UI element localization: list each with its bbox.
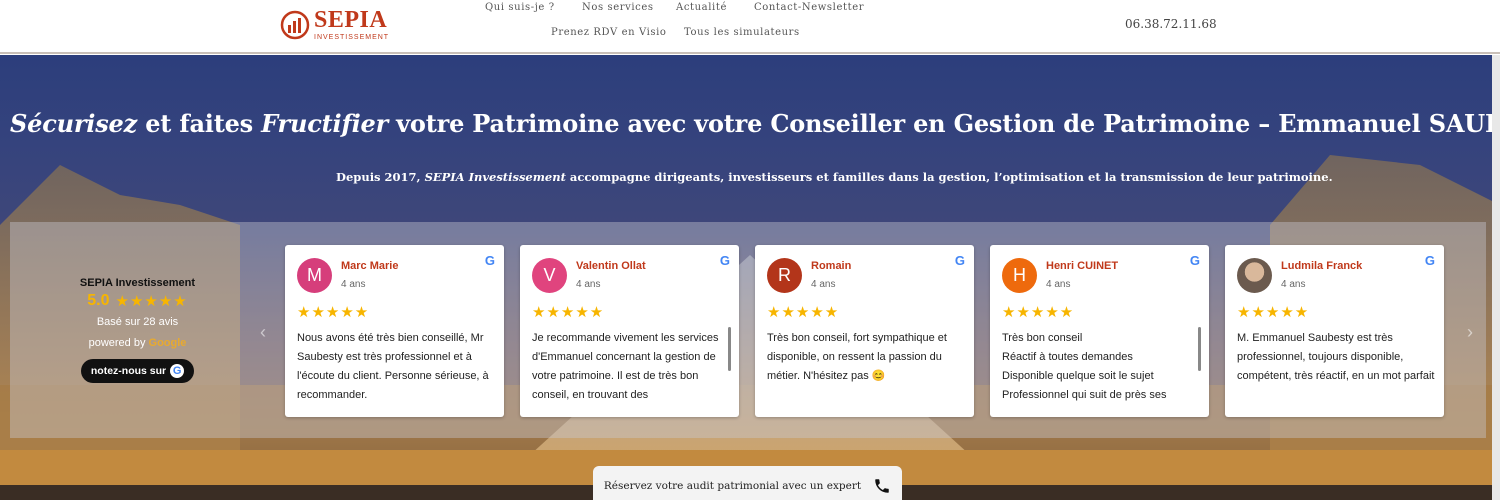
google-wordmark: Google [148,337,187,349]
review-card-valentin-ollat[interactable]: V Valentin Ollat 4 ans G ★★★★★ Je recomm… [520,245,739,417]
nav-nos-services[interactable]: Nos services [582,2,654,13]
review-stars: ★★★★★ [1237,304,1310,321]
reviewer-name[interactable]: Henri CUINET [1046,260,1118,272]
nav-simulateurs[interactable]: Tous les simulateurs [684,27,800,38]
review-text: Très bon conseil Réactif à toutes demand… [1002,332,1167,401]
google-icon: G [954,253,965,268]
hero-title-emphasis-2: Fructifier [261,109,389,138]
hero-title-text-1: et faites [137,109,262,138]
google-icon: G [1189,253,1200,268]
review-stars: ★★★★★ [297,304,370,321]
summary-review-count: Basé sur 28 avis [96,316,179,328]
phone-icon [875,479,889,493]
rate-us-label: notez-nous sur [90,365,167,377]
google-icon: G [1424,253,1435,268]
avatar-photo [1237,258,1272,293]
hero-section: Sécurisez et faites Fructifier votre Pat… [0,55,1500,500]
book-audit-label: Réservez votre audit patrimonial avec un… [603,480,862,492]
phone-number[interactable]: 06.38.72.11.68 [1125,17,1217,31]
review-age: 4 ans [576,279,601,290]
review-scrollbar[interactable] [728,327,731,371]
review-age: 4 ans [341,279,366,290]
review-card-romain[interactable]: R Romain 4 ans G ★★★★★ Très bon conseil,… [755,245,974,417]
carousel-prev-icon[interactable]: ‹ [260,322,266,343]
site-header: SEPIA INVESTISSEMENT Qui suis-je ? Nos s… [0,0,1500,54]
nav-actualite[interactable]: Actualité [676,2,727,13]
review-stars: ★★★★★ [532,304,605,321]
review-text: Je recommande vivement les services d'Em… [532,332,719,401]
reviews-widget: SEPIA Investissement 5.0 ★★★★★ Basé sur … [10,222,1486,438]
review-text: Nous avons été très bien conseillé, Mr S… [297,332,489,401]
avatar: R [767,258,802,293]
powered-by-google: powered by Google [70,337,205,349]
logo-name: SEPIA [314,7,388,33]
google-icon: G [719,253,730,268]
hero-title-text-2: votre Patrimoine avec votre Conseiller e… [388,109,1500,138]
hero-subtitle-text-1: Depuis 2017, [336,170,425,184]
reviewer-name[interactable]: Ludmila Franck [1281,260,1362,272]
summary-stars: ★★★★★ [115,293,188,310]
page-scrollbar[interactable] [1492,55,1500,500]
review-text: M. Emmanuel Saubesty est très profession… [1237,332,1435,382]
google-icon: G [170,364,185,378]
book-audit-button[interactable]: Réservez votre audit patrimonial avec un… [593,466,902,500]
rate-us-button[interactable]: notez-nous sur G [80,359,195,383]
google-icon: G [484,253,495,268]
avatar: V [532,258,567,293]
review-text: Très bon conseil, fort sympathique et di… [767,332,947,382]
nav-rdv-visio[interactable]: Prenez RDV en Visio [551,27,667,38]
reviewer-name[interactable]: Valentin Ollat [576,260,646,272]
nav-contact-newsletter[interactable]: Contact-Newsletter [754,2,864,13]
logo-chart-icon [280,10,310,39]
nav-qui-suis-je[interactable]: Qui suis-je ? [485,2,555,13]
hero-subtitle-text-2: accompagne dirigeants, investisseurs et … [565,170,1333,184]
review-stars: ★★★★★ [1002,304,1075,321]
carousel-next-icon[interactable]: › [1467,322,1473,343]
hero-subtitle: Depuis 2017, SEPIA Investissement accomp… [336,170,1333,184]
review-stars: ★★★★★ [767,304,840,321]
summary-business-name: SEPIA Investissement [79,277,196,289]
avatar: H [1002,258,1037,293]
hero-title: Sécurisez et faites Fructifier votre Pat… [10,109,1500,138]
hero-subtitle-brand: SEPIA Investissement [424,170,566,184]
reviewer-name[interactable]: Romain [811,260,851,272]
summary-score: 5.0 [87,292,110,309]
review-age: 4 ans [811,279,836,290]
logo[interactable]: SEPIA INVESTISSEMENT [280,8,389,41]
avatar: M [297,258,332,293]
reviews-summary: SEPIA Investissement 5.0 ★★★★★ Basé sur … [70,277,205,383]
review-scrollbar[interactable] [1198,327,1201,371]
hero-title-emphasis-1: Sécurisez [10,109,138,138]
review-card-henri-cuinet[interactable]: H Henri CUINET 4 ans G ★★★★★ Très bon co… [990,245,1209,417]
review-card-marc-marie[interactable]: M Marc Marie 4 ans G ★★★★★ Nous avons ét… [285,245,504,417]
review-age: 4 ans [1281,279,1306,290]
powered-by-label: powered by [88,337,146,349]
logo-subtitle: INVESTISSEMENT [314,34,390,41]
review-card-ludmila-franck[interactable]: Ludmila Franck 4 ans G ★★★★★ M. Emmanuel… [1225,245,1444,417]
reviewer-name[interactable]: Marc Marie [341,260,398,272]
review-age: 4 ans [1046,279,1071,290]
